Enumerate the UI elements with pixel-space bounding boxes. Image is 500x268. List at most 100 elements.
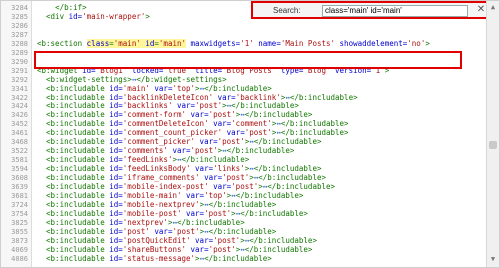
code-token: 'post' <box>213 235 241 245</box>
scroll-up-arrow-icon[interactable]: ▲ <box>487 3 499 13</box>
code-token: </b:includable> <box>253 164 322 174</box>
search-result-callout <box>34 51 462 69</box>
code-token: id= <box>109 226 123 236</box>
code-token: </b:includable> <box>244 110 313 120</box>
code-token: <div <box>46 11 69 21</box>
code-token: <b:includable <box>46 92 110 102</box>
code-line: 4086 <b:includable id='status-message'>↔… <box>1 254 486 264</box>
scroll-thumb[interactable] <box>489 141 497 149</box>
code-token: 'post' <box>204 208 232 218</box>
code-token: 'Main Posts' <box>280 38 336 48</box>
code-token: <b:includable <box>46 110 110 120</box>
code-token: </b:includable> <box>176 217 245 227</box>
code-token: id= <box>109 146 123 156</box>
vertical-scrollbar[interactable]: ▲ ▼ <box>486 1 499 267</box>
code-token: id= <box>109 253 123 263</box>
code-token: var= <box>222 128 245 138</box>
code-token: <b:includable <box>46 119 110 129</box>
code-token: var= <box>190 235 214 245</box>
code-token: var= <box>186 244 209 254</box>
code-token: <b:section <box>37 38 87 48</box>
code-token: 'comment_picker' <box>122 137 196 147</box>
code-token: var= <box>149 226 173 236</box>
code-token: </b:includable> <box>208 226 277 236</box>
code-token: 'comment_count_picker' <box>122 128 223 138</box>
code-token: <b:includable <box>46 235 110 245</box>
line-number: 4086 <box>11 254 28 263</box>
code-token: var= <box>172 101 196 111</box>
code-token: 'post' <box>222 173 250 183</box>
code-token: 'shareButtons' <box>122 244 187 254</box>
code-token: <b:includable <box>46 155 110 165</box>
code-token: 'feedLinksBody' <box>122 164 191 174</box>
code-token: id= <box>109 155 123 165</box>
code-token: > <box>425 38 430 48</box>
code-token: > <box>145 11 150 21</box>
code-token: var= <box>199 173 223 183</box>
code-token: id= <box>109 217 123 227</box>
code-token: 'main' <box>122 83 150 93</box>
code-token: 'mobile-main' <box>122 190 182 200</box>
code-token: <b:includable <box>46 164 110 174</box>
code-token: 'comments' <box>122 146 168 156</box>
code-token: 'nextprev' <box>122 217 168 227</box>
code-token: </b:includable> <box>204 253 272 263</box>
code-token: </b:includable> <box>280 128 349 138</box>
code-token: 'iframe_comments' <box>122 173 200 183</box>
code-token: 'backlink' <box>235 92 281 102</box>
code-token: <b:includable <box>46 83 110 93</box>
code-token: var= <box>190 164 214 174</box>
code-token: id= <box>109 199 123 209</box>
code-token: id= <box>109 235 123 245</box>
code-token: 'post' <box>208 110 236 120</box>
code-token: id= <box>109 190 123 200</box>
scroll-down-arrow-icon[interactable]: ▼ <box>487 255 499 265</box>
code-token: 'post' <box>244 128 272 138</box>
code-token: <b:includable <box>46 208 110 218</box>
code-token: <b:widget-settings> <box>46 74 132 84</box>
code-token: <b:includable <box>46 253 110 263</box>
code-token: 'status-message' <box>122 253 196 263</box>
code-token: <b:includable <box>46 101 110 111</box>
code-token: </b:includable> <box>231 101 299 111</box>
code-text: <b:includable id='status-message'>↔</b:i… <box>37 254 272 264</box>
code-token: var= <box>181 208 205 218</box>
code-token: id= <box>109 119 123 129</box>
code-token: var= <box>186 110 209 120</box>
code-token: </b:if> <box>55 3 87 12</box>
code-editor[interactable]: 3284 </b:if> 3285 <div id='main-wrapper'>… <box>0 0 500 268</box>
code-token: 'main' <box>158 38 187 48</box>
code-token: 'top' <box>172 83 196 93</box>
code-token: </b:includable> <box>226 146 295 156</box>
code-token: </b:includable> <box>267 182 336 191</box>
code-token: 'links' <box>213 164 245 174</box>
code-token: name= <box>253 38 281 48</box>
code-token: 'no' <box>407 38 426 48</box>
code-token: '1' <box>240 38 254 48</box>
code-token: </b:includable> <box>181 155 250 165</box>
code-token: var= <box>149 83 173 93</box>
code-token: var= <box>195 137 218 147</box>
code-token: <b:includable <box>46 173 110 183</box>
code-token: 'post' <box>195 101 223 111</box>
code-token: 'mobile-index-post' <box>122 182 209 191</box>
code-token: <b:includable <box>46 190 110 200</box>
search-input[interactable]: class='main' id='main' <box>322 5 468 17</box>
code-token: 'postQuickEdit' <box>122 235 191 245</box>
